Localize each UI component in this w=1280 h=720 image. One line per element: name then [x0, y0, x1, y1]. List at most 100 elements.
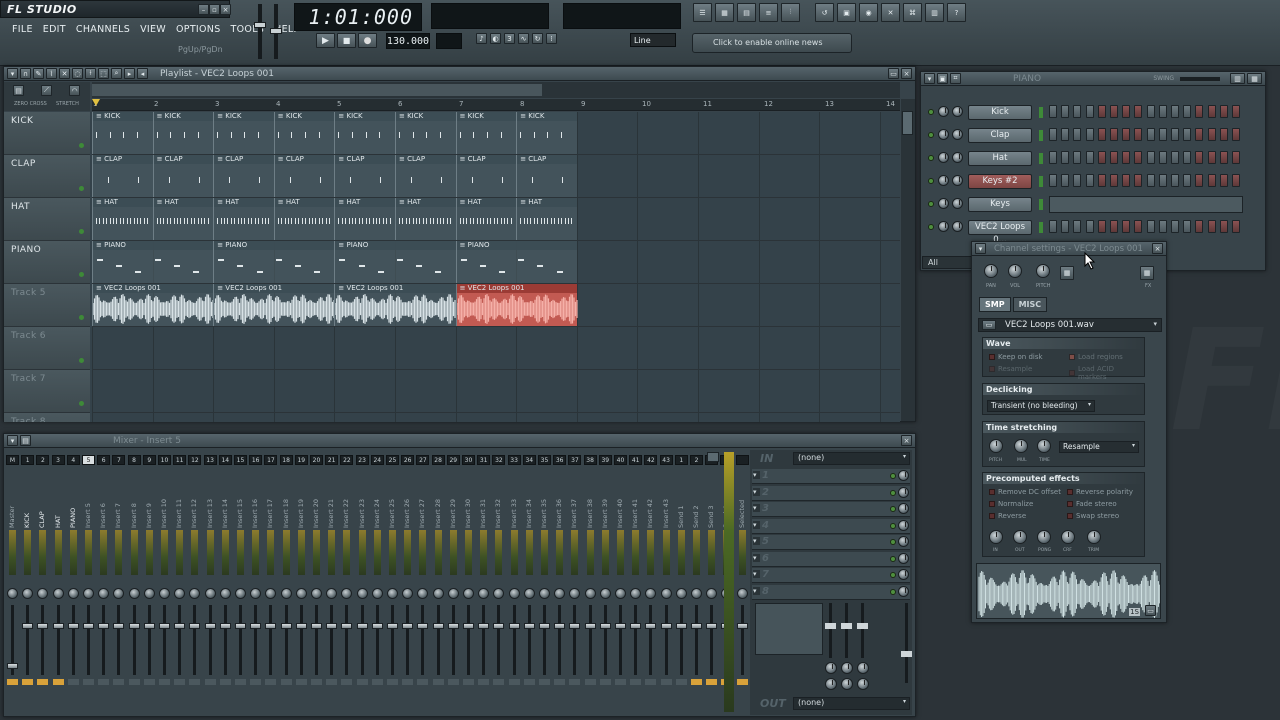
- strip-fader[interactable]: [371, 605, 383, 675]
- mixer-strip[interactable]: 24 Insert 24: [370, 455, 384, 705]
- fader-cap[interactable]: [675, 623, 687, 629]
- pencil-icon[interactable]: ✎: [33, 68, 44, 79]
- menu-channels[interactable]: CHANNELS: [76, 24, 130, 35]
- effect-slot[interactable]: ▾ 5: [752, 535, 910, 550]
- playlist-overview[interactable]: [92, 82, 900, 98]
- audio-clip[interactable]: ≡ VEC2 Loops 001: [455, 284, 578, 326]
- strip-fader[interactable]: [463, 605, 474, 675]
- pattern-clip[interactable]: ≡ CLAP: [273, 155, 335, 197]
- mixer-strip[interactable]: 30 Insert 30: [462, 455, 475, 705]
- mixer-strip[interactable]: 16 Insert 16: [249, 455, 263, 705]
- channel-select-led[interactable]: [1039, 222, 1043, 233]
- strip-pan-knob[interactable]: [98, 588, 110, 599]
- sample-waveform[interactable]: 1S ▭: [976, 563, 1161, 619]
- strip-pan-knob[interactable]: [280, 588, 292, 599]
- pattern-clip[interactable]: ≡ HAT: [334, 198, 395, 240]
- playlist-scrollbar[interactable]: [901, 99, 915, 421]
- browser-icon[interactable]: ≡: [759, 3, 778, 22]
- strip-fader[interactable]: [311, 605, 322, 675]
- step-button[interactable]: [1073, 220, 1082, 233]
- pattern-clip[interactable]: ≡ PIANO: [213, 241, 335, 283]
- step-button[interactable]: [1061, 174, 1070, 187]
- playback-icon[interactable]: ▸: [124, 68, 135, 79]
- step-button[interactable]: [1219, 128, 1228, 141]
- slot-mix-knob[interactable]: [898, 585, 909, 597]
- pattern-clip[interactable]: ≡ PIANO: [334, 241, 456, 283]
- piano-roll-preview[interactable]: [1049, 196, 1243, 213]
- track-name[interactable]: Track 8: [4, 413, 90, 422]
- fader-cap[interactable]: [311, 623, 322, 629]
- strip-pan-knob[interactable]: [128, 588, 140, 599]
- step-button[interactable]: [1146, 151, 1155, 164]
- audio-clip[interactable]: ≡ VEC2 Loops 001: [213, 284, 335, 326]
- channel-button[interactable]: Keys #2: [968, 174, 1032, 189]
- pattern-clip[interactable]: ≡ HAT: [152, 198, 214, 240]
- fader-cap[interactable]: [645, 623, 657, 629]
- master-volume-slider[interactable]: [254, 4, 266, 59]
- step-button[interactable]: [1061, 105, 1070, 118]
- fader-cap[interactable]: [52, 623, 64, 629]
- step-button[interactable]: [1134, 174, 1143, 187]
- pattern-clip[interactable]: ≡ KICK: [273, 112, 335, 154]
- effect-slot[interactable]: ▾ 1: [752, 469, 910, 484]
- strip-pan-knob[interactable]: [326, 588, 338, 599]
- fader-cap[interactable]: [615, 623, 626, 629]
- channel-pan-knob[interactable]: [938, 129, 949, 140]
- fader-cap[interactable]: [736, 623, 748, 629]
- mixer-strip[interactable]: 27 Insert 27: [416, 455, 430, 705]
- fx-icon[interactable]: ▦: [1140, 266, 1154, 280]
- eq-bw-knob-2[interactable]: [841, 678, 853, 690]
- strip-pan-knob[interactable]: [295, 588, 307, 599]
- channel-pan-knob[interactable]: [938, 106, 949, 117]
- select-icon[interactable]: ⬚: [98, 68, 109, 79]
- channel-select-led[interactable]: [1039, 130, 1043, 141]
- strip-pan-knob[interactable]: [113, 588, 125, 599]
- mixer-strip[interactable]: 33 Insert 33: [507, 455, 521, 705]
- step-button[interactable]: [1134, 105, 1143, 118]
- strip-pan-knob[interactable]: [387, 588, 398, 599]
- channel-select-led[interactable]: [1039, 107, 1043, 118]
- eq-freq-knob-2[interactable]: [841, 662, 853, 674]
- mixer-strip[interactable]: 4 PIANO: [66, 455, 80, 705]
- strip-pan-knob[interactable]: [219, 588, 231, 599]
- time-display[interactable]: 1:01:000: [294, 3, 422, 31]
- eq-freq-knob-1[interactable]: [825, 662, 837, 674]
- strip-fader[interactable]: [128, 605, 140, 675]
- channel-vol-knob[interactable]: [952, 221, 963, 232]
- fader-cap[interactable]: [691, 623, 702, 629]
- minimize-icon[interactable]: –: [198, 4, 209, 15]
- strip-pan-knob[interactable]: [660, 588, 672, 599]
- track-lane[interactable]: ≡ KICK ≡ KICK ≡ KICK ≡ KICK ≡ KICK ≡ KICK ≡ KI…: [92, 112, 900, 155]
- step-button[interactable]: [1146, 220, 1155, 233]
- step-button[interactable]: [1146, 128, 1155, 141]
- strip-fader[interactable]: [159, 605, 170, 675]
- step-button[interactable]: [1207, 220, 1216, 233]
- tab-misc[interactable]: MISC: [1012, 297, 1048, 312]
- pattern-clip[interactable]: ≡ CLAP: [334, 155, 395, 197]
- fader-cap[interactable]: [22, 623, 34, 629]
- menu-options[interactable]: OPTIONS: [176, 24, 221, 35]
- track-lane[interactable]: ≡ PIANO ≡ PIANO ≡ PIANO ≡ PIANO: [92, 241, 900, 284]
- step-button[interactable]: [1097, 174, 1106, 187]
- channel-button[interactable]: Hat: [968, 151, 1032, 166]
- playlist-tool2-icon[interactable]: ◠: [69, 85, 80, 96]
- resample-checkbox[interactable]: Resample: [989, 365, 1032, 373]
- step-button[interactable]: [1158, 105, 1167, 118]
- channel-button[interactable]: Kick: [968, 105, 1032, 120]
- strip-fader[interactable]: [98, 605, 110, 675]
- slot-mix-knob[interactable]: [898, 486, 909, 498]
- mixer-strip[interactable]: 37 Insert 37: [568, 455, 582, 705]
- step-button[interactable]: [1073, 105, 1082, 118]
- strip-fader[interactable]: [675, 605, 687, 675]
- track-name[interactable]: PIANO: [4, 241, 90, 284]
- strip-pan-knob[interactable]: [630, 588, 642, 599]
- strip-pan-knob[interactable]: [22, 588, 34, 599]
- step-button[interactable]: [1134, 151, 1143, 164]
- step-button[interactable]: [1232, 128, 1240, 141]
- fader-cap[interactable]: [432, 623, 444, 629]
- mixer-strip[interactable]: 8 Insert 8: [127, 455, 141, 705]
- fader-cap[interactable]: [37, 623, 49, 629]
- mixer-strip[interactable]: 10 Insert 10: [158, 455, 171, 705]
- seq-menu-icon[interactable]: ▾: [924, 73, 935, 84]
- magnet-icon[interactable]: ∩: [20, 68, 31, 79]
